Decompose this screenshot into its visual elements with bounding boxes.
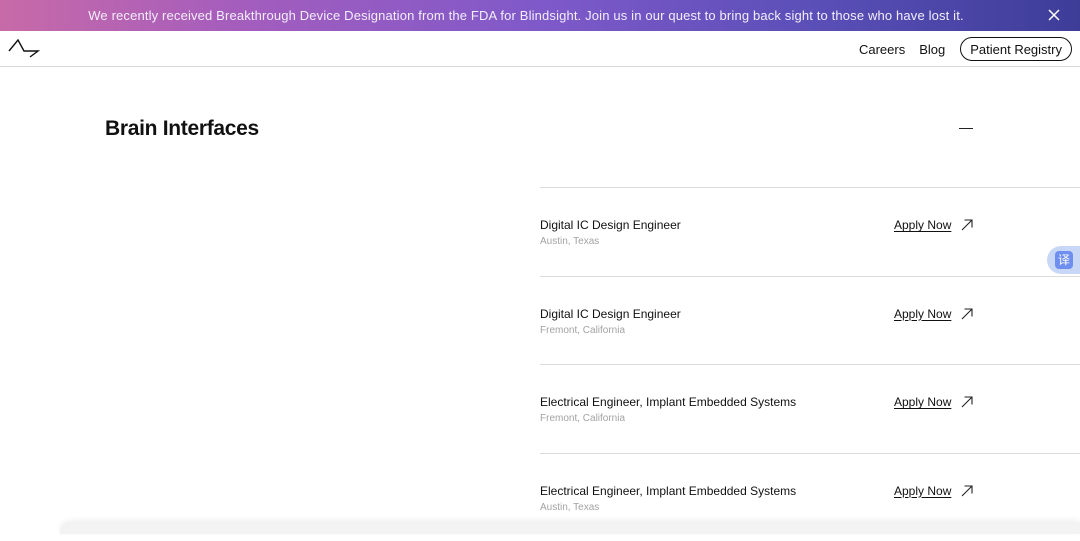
job-location: Austin, Texas — [540, 502, 599, 513]
job-title[interactable]: Electrical Engineer, Implant Embedded Sy… — [540, 395, 796, 409]
job-location: Austin, Texas — [540, 236, 599, 247]
job-list: Digital IC Design Engineer Austin, Texas… — [540, 187, 1080, 541]
minus-icon[interactable] — [958, 120, 974, 136]
job-location: Fremont, California — [540, 325, 625, 336]
apply-now-link[interactable]: Apply Now — [894, 395, 974, 409]
nav-link-blog[interactable]: Blog — [919, 42, 945, 57]
announcement-banner: We recently received Breakthrough Device… — [0, 0, 1080, 31]
apply-now-label[interactable]: Apply Now — [894, 307, 951, 321]
job-title[interactable]: Digital IC Design Engineer — [540, 218, 681, 232]
translate-button[interactable]: 译 — [1047, 246, 1080, 274]
job-row: Digital IC Design Engineer Austin, Texas… — [540, 187, 1080, 276]
arrow-up-right-icon[interactable] — [960, 218, 974, 232]
bottom-overlay-edge — [60, 522, 1080, 534]
apply-now-link[interactable]: Apply Now — [894, 307, 974, 321]
close-icon[interactable] — [1046, 7, 1062, 23]
apply-now-link[interactable]: Apply Now — [894, 484, 974, 498]
job-location: Fremont, California — [540, 413, 625, 424]
apply-now-link[interactable]: Apply Now — [894, 218, 974, 232]
apply-now-label[interactable]: Apply Now — [894, 218, 951, 232]
section-title: Brain Interfaces — [105, 117, 259, 141]
job-row: Digital IC Design Engineer Fremont, Cali… — [540, 276, 1080, 365]
top-nav: Careers Blog Patient Registry — [0, 31, 1080, 67]
apply-now-label[interactable]: Apply Now — [894, 484, 951, 498]
job-row: Electrical Engineer, Implant Embedded Sy… — [540, 364, 1080, 453]
translate-icon[interactable]: 译 — [1055, 251, 1073, 269]
nav-link-careers[interactable]: Careers — [859, 42, 905, 57]
banner-text: We recently received Breakthrough Device… — [88, 8, 964, 23]
arrow-up-right-icon[interactable] — [960, 307, 974, 321]
apply-now-label[interactable]: Apply Now — [894, 395, 951, 409]
job-title[interactable]: Digital IC Design Engineer — [540, 307, 681, 321]
neuralink-logo-icon[interactable] — [8, 36, 40, 58]
nav-links: Careers Blog Patient Registry — [859, 37, 1072, 61]
arrow-up-right-icon[interactable] — [960, 484, 974, 498]
patient-registry-button[interactable]: Patient Registry — [960, 37, 1072, 61]
job-title[interactable]: Electrical Engineer, Implant Embedded Sy… — [540, 484, 796, 498]
arrow-up-right-icon[interactable] — [960, 395, 974, 409]
